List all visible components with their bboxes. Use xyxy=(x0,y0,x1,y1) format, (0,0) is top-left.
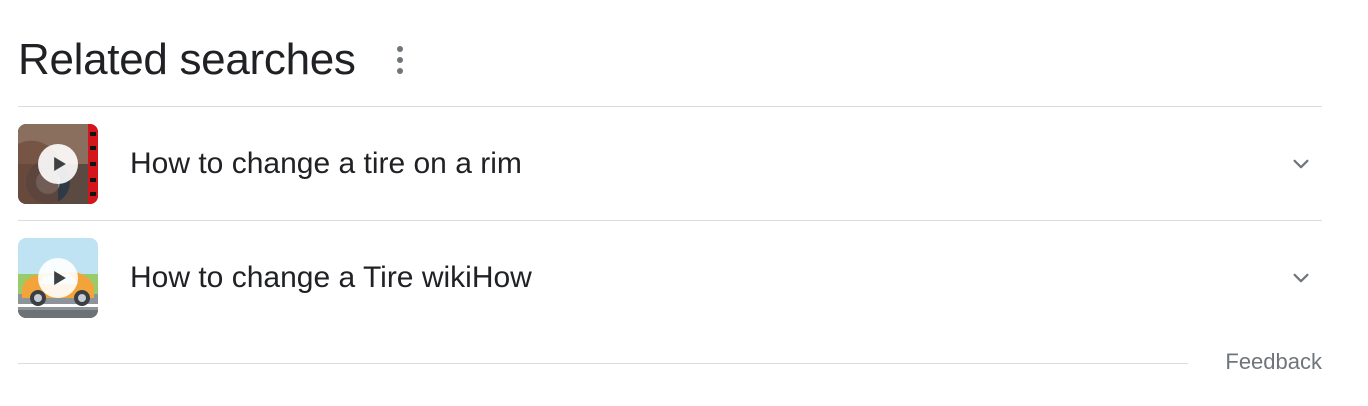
divider xyxy=(18,106,1322,107)
related-search-item-wikihow[interactable]: How to change a Tire wikiHow xyxy=(18,238,1322,318)
more-options-button[interactable] xyxy=(386,40,414,80)
more-vert-icon xyxy=(396,46,403,52)
more-vert-icon-dot xyxy=(396,68,403,74)
feedback-link[interactable]: Feedback xyxy=(1225,349,1322,375)
divider xyxy=(18,220,1322,221)
video-thumbnail[interactable] xyxy=(18,124,98,204)
more-vert-icon-dot xyxy=(396,57,403,63)
related-search-label: How to change a tire on a rim xyxy=(130,147,522,180)
play-icon xyxy=(38,258,78,298)
section-header: Related searches xyxy=(18,30,414,90)
chevron-down-icon[interactable] xyxy=(1286,149,1316,179)
related-searches-panel: Related searches How to change a tire on… xyxy=(0,0,1368,406)
section-title: Related searches xyxy=(18,35,356,84)
related-search-label: How to change a Tire wikiHow xyxy=(130,261,532,294)
related-search-item-tire-on-rim[interactable]: How to change a tire on a rim xyxy=(18,124,1322,204)
chevron-down-icon[interactable] xyxy=(1286,263,1316,293)
play-icon xyxy=(38,144,78,184)
video-thumbnail[interactable] xyxy=(18,238,98,318)
footer-divider xyxy=(18,363,1188,364)
